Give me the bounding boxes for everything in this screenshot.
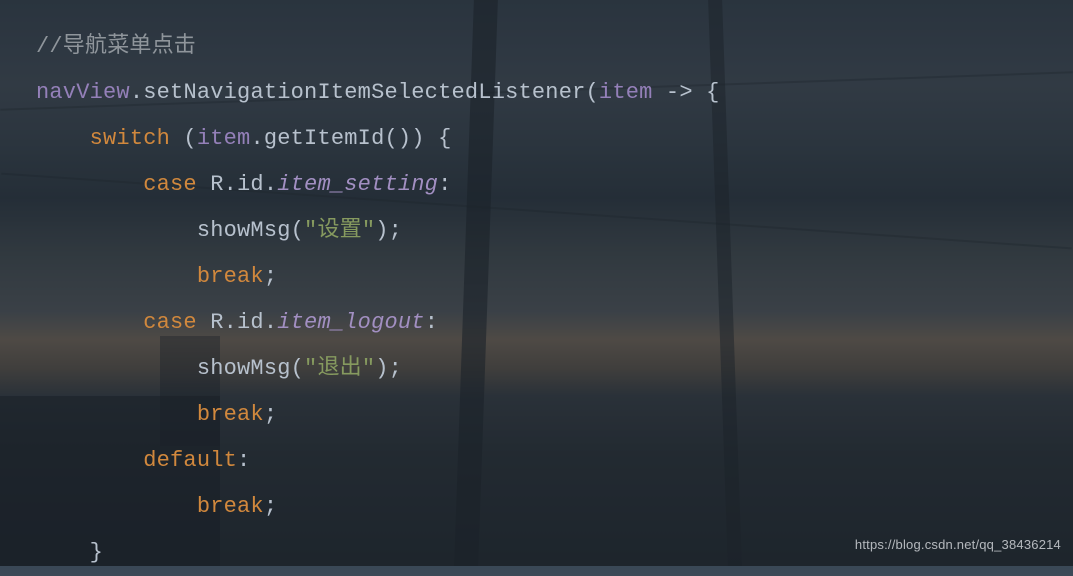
code-text: : (438, 172, 451, 197)
code-text: ; (264, 494, 277, 519)
code-text: ; (264, 402, 277, 427)
code-keyword-break: break (197, 264, 264, 289)
watermark-link: https://blog.csdn.net/qq_38436214 (855, 537, 1061, 552)
code-text: ); (375, 218, 402, 243)
code-field: item_setting (277, 172, 438, 197)
code-text: R.id. (197, 172, 277, 197)
code-text: .getItemId()) { (250, 126, 451, 151)
code-string: "退出" (304, 356, 375, 381)
code-text: : (237, 448, 250, 473)
code-keyword-default: default (143, 448, 237, 473)
code-param: item (599, 80, 653, 105)
code-var: item (197, 126, 251, 151)
code-text: ); (375, 356, 402, 381)
code-punct: . (130, 80, 143, 105)
code-string: "设置" (304, 218, 375, 243)
code-keyword-case: case (143, 310, 197, 335)
code-text: R.id. (197, 310, 277, 335)
code-text: ; (264, 264, 277, 289)
code-text: ( (170, 126, 197, 151)
code-keyword-break: break (197, 494, 264, 519)
code-text: : (425, 310, 438, 335)
code-text: -> { (653, 80, 720, 105)
code-brace: } (90, 540, 103, 565)
code-method: setNavigationItemSelectedListener( (143, 80, 599, 105)
code-keyword-switch: switch (90, 126, 170, 151)
code-var: navView (36, 80, 130, 105)
code-block: //导航菜单点击 navView.setNavigationItemSelect… (0, 0, 1073, 576)
code-field: item_logout (277, 310, 424, 335)
code-keyword-break: break (197, 402, 264, 427)
code-keyword-case: case (143, 172, 197, 197)
code-func: showMsg( (197, 218, 304, 243)
code-comment: //导航菜单点击 (36, 34, 196, 59)
code-func: showMsg( (197, 356, 304, 381)
